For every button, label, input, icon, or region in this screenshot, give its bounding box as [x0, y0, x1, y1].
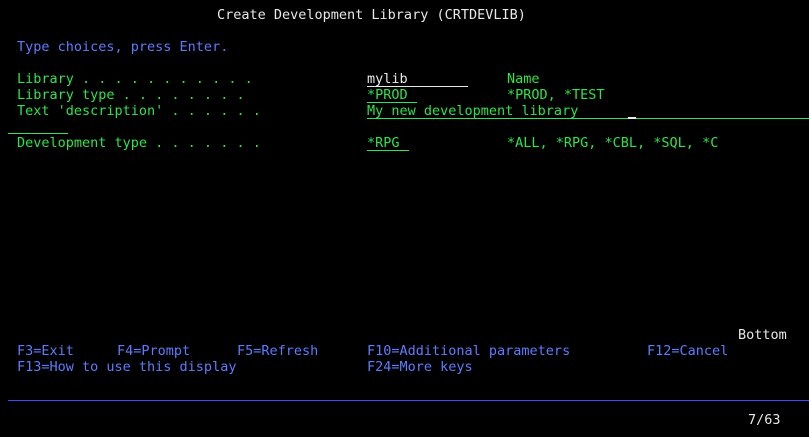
library-input[interactable]: mylib: [367, 71, 468, 87]
development-type-label: Development type . . . . . . .: [17, 135, 261, 151]
development-type-input[interactable]: *RPG: [367, 135, 409, 151]
screen-title: Create Development Library (CRTDEVLIB): [217, 7, 526, 23]
more-indicator: Bottom: [738, 327, 787, 343]
f12-cancel-key[interactable]: F12=Cancel: [647, 343, 728, 359]
instructions-text: Type choices, press Enter.: [17, 39, 229, 55]
library-type-input[interactable]: *PROD: [367, 87, 417, 103]
f3-exit-key[interactable]: F3=Exit: [17, 343, 74, 359]
status-separator: [8, 400, 809, 401]
development-type-hint: *ALL, *RPG, *CBL, *SQL, *C: [507, 135, 719, 151]
f5-refresh-key[interactable]: F5=Refresh: [237, 343, 318, 359]
cursor-position: 7/63: [748, 412, 781, 428]
text-cursor: [628, 117, 636, 119]
f4-prompt-key[interactable]: F4=Prompt: [117, 343, 190, 359]
text-description-label: Text 'description' . . . . . .: [17, 103, 261, 119]
library-type-hint: *PROD, *TEST: [507, 87, 605, 103]
library-label: Library . . . . . . . . . . .: [17, 71, 253, 87]
library-type-label: Library type . . . . . . . .: [17, 87, 245, 103]
f24-more-keys-key[interactable]: F24=More keys: [367, 359, 473, 375]
f10-additional-parameters-key[interactable]: F10=Additional parameters: [367, 343, 570, 359]
f13-help-key[interactable]: F13=How to use this display: [17, 359, 236, 375]
library-hint: Name: [507, 71, 540, 87]
text-description-input-continuation[interactable]: [8, 133, 68, 134]
text-description-input[interactable]: My new development library: [367, 103, 809, 119]
